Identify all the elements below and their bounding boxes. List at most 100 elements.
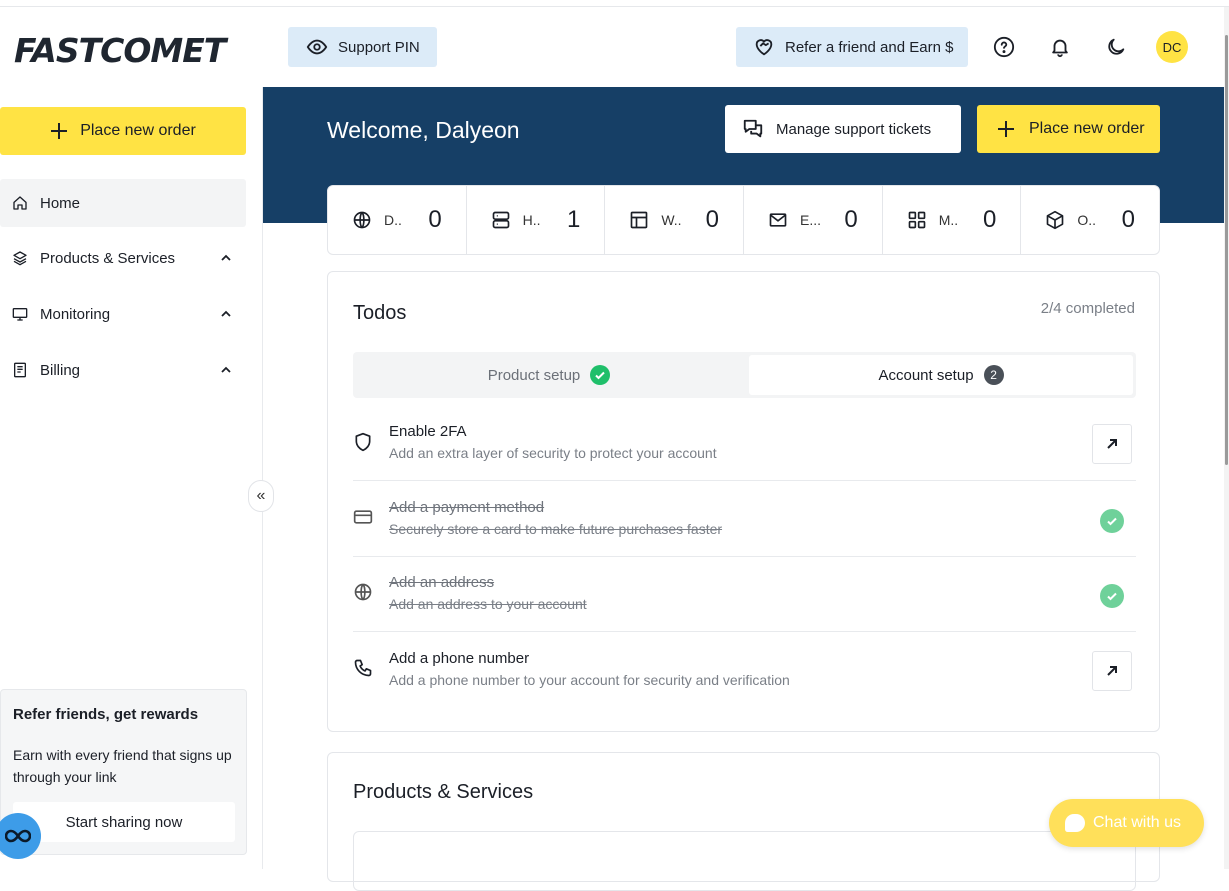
welcome-heading: Welcome, Dalyeon: [327, 117, 520, 143]
manage-tickets-label: Manage support tickets: [776, 120, 932, 138]
layout-icon: [629, 210, 649, 230]
bell-icon[interactable]: [1049, 36, 1071, 58]
sidebar: Place new order Home Products & Services…: [0, 87, 263, 869]
task-title: Add an address: [389, 574, 495, 591]
task-title: Enable 2FA: [389, 423, 467, 440]
collapse-sidebar-button[interactable]: «: [248, 480, 274, 512]
stat-value: 0: [844, 206, 858, 233]
home-icon: [12, 195, 28, 211]
count-badge: 2: [983, 365, 1004, 385]
monitor-icon: [12, 306, 28, 322]
task-enable-2fa: Enable 2FA Add an extra layer of securit…: [353, 406, 1136, 481]
grid-icon: [907, 210, 927, 230]
todos-title: Todos: [353, 302, 407, 324]
main-place-order-label: Place new order: [1029, 120, 1145, 137]
stat-domains[interactable]: D.. 0: [328, 186, 467, 254]
task-title: Add a payment method: [389, 499, 545, 516]
sidebar-item-billing[interactable]: Billing: [0, 346, 246, 394]
credit-card-icon: [353, 507, 373, 527]
help-icon[interactable]: [993, 36, 1015, 58]
todos-card: Todos 2/4 completed Product setup Accoun…: [327, 271, 1160, 732]
eye-icon: [306, 36, 328, 58]
check-circle-icon: [590, 365, 611, 385]
stat-email[interactable]: E... 0: [744, 186, 883, 254]
chat-label: Chat with us: [1093, 814, 1182, 831]
sidebar-place-order-button[interactable]: Place new order: [0, 107, 246, 155]
task-description: Securely store a card to make future pur…: [389, 521, 723, 537]
sidebar-item-home[interactable]: Home: [0, 179, 246, 227]
tab-label: Product setup: [487, 366, 581, 384]
top-header: FASTCOMET Support PIN Refer a friend and…: [0, 7, 1224, 87]
main-place-order-button[interactable]: Place new order: [977, 105, 1160, 153]
chevron-up-icon: [220, 364, 232, 376]
globe-icon: [353, 582, 373, 602]
top-edge: [0, 0, 1229, 7]
products-services-card: Products & Services: [327, 752, 1160, 891]
chevron-up-icon: [220, 252, 232, 264]
stat-value: 0: [705, 206, 720, 233]
open-task-button[interactable]: [1092, 424, 1132, 464]
tab-account-setup[interactable]: Account setup 2: [749, 355, 1133, 395]
chat-bubble-icon: [1065, 814, 1085, 832]
server-icon: [491, 210, 511, 230]
tab-label: Account setup: [878, 366, 974, 384]
plus-icon: [50, 122, 68, 140]
refer-card-text: Earn with every friend that signs up thr…: [13, 747, 232, 785]
support-pin-label: Support PIN: [338, 38, 420, 56]
stat-other[interactable]: O.. 0: [1021, 186, 1159, 254]
refer-card-title: Refer friends, get rewards: [13, 706, 199, 723]
task-address: Add an address Add an address to your ac…: [353, 557, 1136, 632]
plus-icon: [997, 120, 1015, 138]
start-sharing-button[interactable]: Start sharing now: [13, 802, 235, 842]
stat-marketplace[interactable]: M.. 0: [883, 186, 1022, 254]
stat-value: 0: [428, 206, 442, 233]
todos-tabs: Product setup Account setup 2: [353, 352, 1136, 398]
stat-label: M..: [938, 212, 959, 228]
receipt-icon: [12, 362, 28, 378]
sidebar-item-monitoring[interactable]: Monitoring: [0, 290, 246, 338]
sidebar-item-label: Monitoring: [40, 305, 111, 323]
refer-friend-button[interactable]: Refer a friend and Earn $: [736, 27, 968, 67]
task-description: Add an extra layer of security to protec…: [389, 445, 717, 461]
todos-progress: 2/4 completed: [1040, 300, 1135, 317]
task-description: Add an address to your account: [389, 596, 587, 612]
products-list: [353, 831, 1136, 891]
stat-label: O..: [1077, 212, 1097, 228]
task-description: Add a phone number to your account for s…: [389, 672, 790, 688]
layers-icon: [12, 250, 28, 266]
double-chevron-left-icon: «: [256, 487, 266, 504]
user-avatar[interactable]: DC: [1156, 31, 1188, 63]
sidebar-item-products[interactable]: Products & Services: [0, 234, 246, 282]
stat-value: 1: [566, 206, 581, 233]
support-pin-button[interactable]: Support PIN: [288, 27, 437, 67]
arrow-up-right-icon: [1105, 664, 1119, 678]
page-scrollbar-thumb[interactable]: [1225, 35, 1228, 465]
stat-hosting[interactable]: H.. 1: [467, 186, 606, 254]
globe-icon: [352, 210, 372, 230]
check-circle-icon: [1100, 509, 1124, 533]
brand-logo[interactable]: FASTCOMET: [14, 31, 226, 70]
service-stats-bar: D.. 0 H.. 1 W.. 0 E... 0 M.. 0 O.. 0: [327, 185, 1160, 255]
chevron-up-icon: [220, 308, 232, 320]
stat-websites[interactable]: W.. 0: [605, 186, 745, 254]
moon-icon[interactable]: [1105, 36, 1127, 58]
sidebar-place-order-label: Place new order: [80, 122, 196, 139]
stat-label: E...: [800, 212, 822, 228]
manage-tickets-button[interactable]: Manage support tickets: [725, 105, 961, 153]
task-phone-number: Add a phone number Add a phone number to…: [353, 633, 1136, 708]
stat-value: 0: [983, 206, 997, 233]
chat-with-us-button[interactable]: Chat with us: [1049, 799, 1204, 847]
tab-product-setup[interactable]: Product setup: [353, 355, 745, 395]
mail-icon: [768, 210, 788, 230]
sidebar-item-label: Home: [40, 194, 81, 212]
stat-label: H..: [522, 212, 541, 228]
chat-bubbles-icon: [742, 118, 764, 140]
stat-label: W..: [661, 212, 682, 228]
infinity-icon: [5, 828, 31, 844]
check-circle-icon: [1100, 584, 1124, 608]
open-task-button[interactable]: [1092, 651, 1132, 691]
products-title: Products & Services: [353, 781, 534, 803]
task-payment-method: Add a payment method Securely store a ca…: [353, 482, 1136, 557]
stat-label: D..: [384, 212, 402, 228]
sidebar-item-label: Billing: [40, 361, 81, 379]
